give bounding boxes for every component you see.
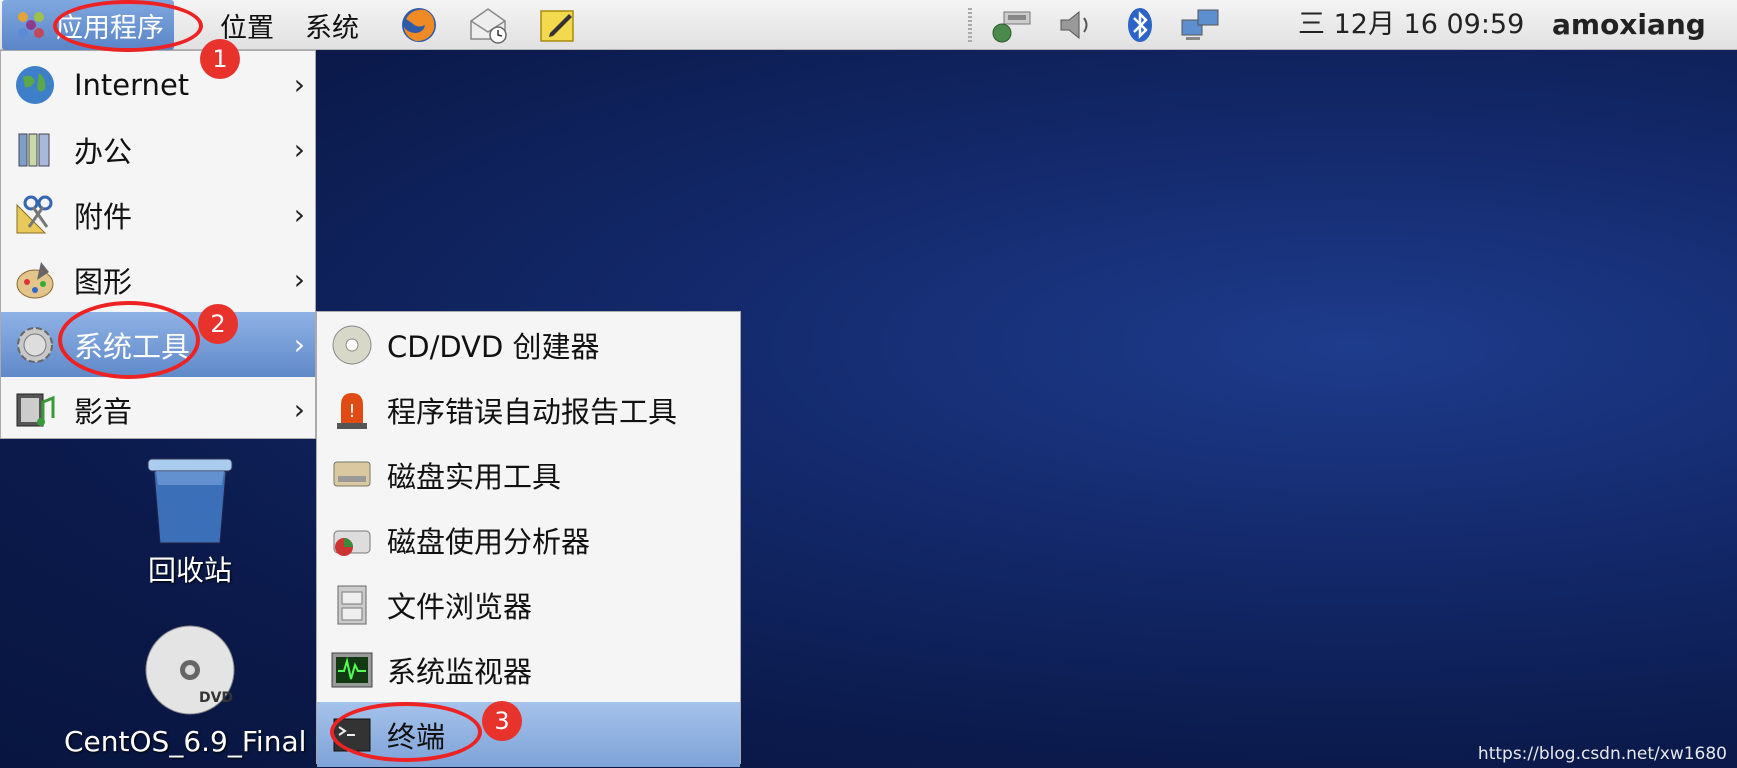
menu-item-accessories[interactable]: 附件 › — [1, 182, 315, 247]
user-name[interactable]: amoxiang — [1552, 0, 1706, 50]
firefox-icon[interactable] — [398, 5, 440, 45]
trash-label[interactable]: 回收站 — [148, 549, 232, 589]
menu-item-graphics[interactable]: 图形 › — [1, 247, 315, 312]
sub-item-system-monitor[interactable]: 系统监视器 — [317, 637, 740, 702]
places-label: 位置 — [220, 12, 274, 44]
sub-item-label: 磁盘使用分析器 — [387, 524, 591, 559]
sub-item-cd-dvd-creator[interactable]: CD/DVD 创建器 — [317, 312, 740, 377]
menu-item-label: 附件 — [74, 199, 133, 234]
dvd-badge: DVD — [199, 690, 233, 706]
sub-item-disk-usage[interactable]: 磁盘使用分析器 — [317, 507, 740, 572]
dvd-label[interactable]: CentOS_6.9_Final — [64, 725, 306, 758]
watermark: https://blog.csdn.net/xw1680 — [1477, 744, 1727, 764]
chevron-right-icon: › — [293, 198, 305, 231]
menu-item-internet[interactable]: Internet › — [1, 52, 315, 117]
alarm-icon: ! — [337, 392, 367, 429]
menu-item-label: 影音 — [74, 394, 133, 429]
sub-item-bug-report[interactable]: ! 程序错误自动报告工具 — [317, 377, 740, 442]
menu-item-label: Internet — [74, 67, 190, 102]
sub-item-file-browser[interactable]: 文件浏览器 — [317, 572, 740, 637]
multimedia-icon — [16, 393, 55, 426]
annotation-ellipse-1 — [53, 0, 203, 52]
system-monitor-icon — [331, 652, 373, 687]
trash-icon[interactable] — [142, 455, 238, 547]
gear-icon — [17, 326, 53, 363]
sub-item-label: 磁盘实用工具 — [387, 459, 562, 494]
system-label: 系统 — [305, 12, 359, 44]
chevron-right-icon: › — [293, 328, 305, 361]
sub-item-label: 系统监视器 — [387, 654, 533, 689]
graphics-icon — [16, 261, 54, 298]
system-tools-submenu: CD/DVD 创建器 ! 程序错误自动报告工具 磁盘实用工具 磁盘使用分析器 文… — [316, 311, 741, 767]
network-connections-icon[interactable] — [1178, 6, 1222, 44]
annotation-ellipse-3 — [330, 702, 482, 762]
annotation-badge-3: 3 — [482, 701, 522, 741]
menu-item-multimedia[interactable]: 影音 › — [1, 377, 315, 442]
top-panel: 应用程序 位置 系统 三 12月 16 09:59 amoxiang — [0, 0, 1737, 50]
notes-icon[interactable] — [536, 5, 578, 45]
menu-item-label: 图形 — [74, 264, 133, 299]
bluetooth-icon[interactable] — [1118, 6, 1162, 44]
annotation-badge-1: 1 — [200, 39, 240, 79]
globe-icon — [16, 65, 54, 104]
mail-clock-icon[interactable] — [467, 5, 509, 45]
dvd-icon[interactable]: DVD — [144, 624, 236, 716]
clock[interactable]: 三 12月 16 09:59 — [1298, 0, 1524, 50]
volume-icon[interactable] — [1055, 6, 1099, 44]
tray-separator — [968, 8, 972, 42]
sub-item-label: 文件浏览器 — [387, 589, 533, 624]
network-icon[interactable] — [990, 6, 1034, 44]
annotation-badge-2: 2 — [198, 304, 238, 344]
applications-dropdown: Internet › 办公 › 附件 › 图形 › 系统工具 › 影音 › — [0, 50, 316, 439]
disk-usage-icon — [333, 530, 371, 556]
chevron-right-icon: › — [293, 393, 305, 426]
sub-item-disk-utility[interactable]: 磁盘实用工具 — [317, 442, 740, 507]
svg-text:!: ! — [348, 401, 355, 422]
chevron-right-icon: › — [293, 133, 305, 166]
chevron-right-icon: › — [293, 68, 305, 101]
menu-item-label: 办公 — [74, 134, 133, 169]
sub-item-label: CD/DVD 创建器 — [387, 329, 600, 364]
disc-burner-icon — [332, 325, 372, 364]
file-cabinet-icon — [337, 585, 367, 624]
menu-item-office[interactable]: 办公 › — [1, 117, 315, 182]
chevron-right-icon: › — [293, 263, 305, 296]
gnome-foot-icon — [18, 12, 44, 38]
system-menu[interactable]: 系统 — [305, 0, 359, 50]
office-icon — [18, 133, 50, 166]
annotation-ellipse-2 — [58, 301, 200, 379]
disk-utility-icon — [333, 461, 371, 486]
accessories-icon — [16, 195, 53, 233]
sub-item-label: 程序错误自动报告工具 — [387, 394, 678, 429]
